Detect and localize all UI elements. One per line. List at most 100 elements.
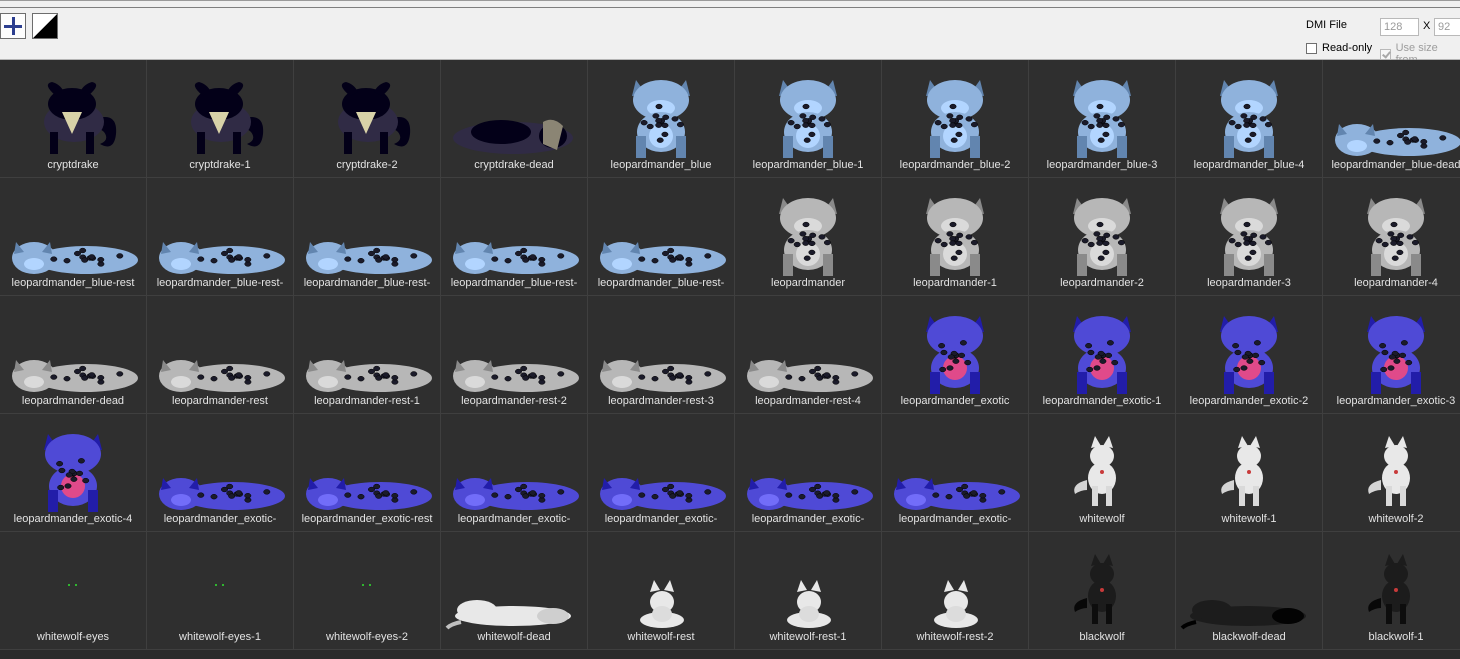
- icon-state-cell[interactable]: whitewolf-eyes: [0, 532, 147, 650]
- icon-state-cell[interactable]: leopardmander_exotic-: [735, 414, 882, 532]
- icon-state-cell[interactable]: leopardmander_blue-dead: [1323, 60, 1460, 178]
- icon-state-cell[interactable]: leopardmander_blue-rest: [0, 178, 147, 296]
- icon-state-cell[interactable]: leopardmander_blue-4: [1176, 60, 1323, 178]
- icon-state-cell[interactable]: leopardmander_exotic-rest: [294, 414, 441, 532]
- icon-state-preview: [306, 360, 432, 392]
- icon-state-preview: [12, 242, 138, 274]
- icon-state-preview: [191, 82, 264, 154]
- icon-state-cell[interactable]: cryptdrake: [0, 60, 147, 178]
- icon-state-cell[interactable]: leopardmander-rest-1: [294, 296, 441, 414]
- icon-state-cell[interactable]: whitewolf-eyes-1: [147, 532, 294, 650]
- icon-state-cell[interactable]: leopardmander-3: [1176, 178, 1323, 296]
- icon-state-name: leopardmander-2: [1060, 277, 1144, 289]
- icon-state-name: cryptdrake-2: [336, 159, 398, 171]
- icon-state-cell[interactable]: leopardmander-1: [882, 178, 1029, 296]
- icon-state-cell[interactable]: whitewolf: [1029, 414, 1176, 532]
- icon-state-preview: [445, 600, 571, 630]
- icon-state-name: leopardmander_exotic-2: [1189, 395, 1309, 407]
- icon-state-preview: [1221, 436, 1263, 506]
- icon-state-cell[interactable]: cryptdrake-dead: [441, 60, 588, 178]
- use-size-checkbox-box[interactable]: [1380, 48, 1391, 60]
- icon-state-name: blackwolf: [1079, 631, 1125, 643]
- icon-state-preview: [44, 82, 117, 154]
- icon-state-cell[interactable]: leopardmander-rest-4: [735, 296, 882, 414]
- icon-state-preview: [1335, 124, 1460, 156]
- icon-state-cell[interactable]: leopardmander-4: [1323, 178, 1460, 296]
- icon-state-preview: [934, 580, 978, 628]
- icon-state-cell[interactable]: whitewolf-eyes-2: [294, 532, 441, 650]
- icon-state-preview: [453, 360, 579, 392]
- icon-state-name: leopardmander-dead: [21, 395, 125, 407]
- invert-colors-button[interactable]: [32, 13, 58, 39]
- icon-state-cell[interactable]: blackwolf: [1029, 532, 1176, 650]
- icon-state-cell[interactable]: whitewolf-1: [1176, 414, 1323, 532]
- icon-state-name: cryptdrake-1: [189, 159, 251, 171]
- icon-state-cell[interactable]: leopardmander_exotic-: [588, 414, 735, 532]
- readonly-checkbox[interactable]: Read-only: [1306, 42, 1372, 54]
- icon-state-cell[interactable]: leopardmander-dead: [0, 296, 147, 414]
- icon-height-input[interactable]: [1434, 18, 1460, 36]
- icon-state-preview: [1073, 80, 1131, 158]
- icon-state-cell[interactable]: leopardmander_blue-rest-: [441, 178, 588, 296]
- readonly-label: Read-only: [1322, 42, 1373, 54]
- icon-state-preview: [747, 360, 873, 392]
- icon-state-cell[interactable]: whitewolf-rest: [588, 532, 735, 650]
- icon-state-cell[interactable]: leopardmander_exotic-: [147, 414, 294, 532]
- icon-state-cell[interactable]: leopardmander_exotic: [882, 296, 1029, 414]
- icon-state-name: leopardmander-rest: [172, 395, 268, 407]
- icon-state-cell[interactable]: leopardmander_blue-3: [1029, 60, 1176, 178]
- icon-state-name: leopardmander_blue-rest-: [597, 277, 725, 289]
- icon-state-cell[interactable]: whitewolf-rest-2: [882, 532, 1029, 650]
- icon-state-cell[interactable]: whitewolf-2: [1323, 414, 1460, 532]
- icon-state-cell[interactable]: leopardmander-rest: [147, 296, 294, 414]
- icon-state-cell[interactable]: leopardmander_exotic-: [882, 414, 1029, 532]
- icon-state-cell[interactable]: leopardmander_exotic-2: [1176, 296, 1323, 414]
- icon-state-preview: [159, 242, 285, 274]
- icon-state-name: whitewolf-1: [1221, 513, 1277, 525]
- icon-width-input[interactable]: [1380, 18, 1419, 36]
- icon-state-cell[interactable]: leopardmander_blue-2: [882, 60, 1029, 178]
- icon-state-cell[interactable]: leopardmander_blue-rest-: [294, 178, 441, 296]
- icon-state-cell[interactable]: leopardmander_exotic-4: [0, 414, 147, 532]
- icon-state-preview: [306, 478, 432, 510]
- icon-state-preview: [747, 478, 873, 510]
- icon-state-cell[interactable]: leopardmander: [735, 178, 882, 296]
- icon-state-preview: [44, 434, 102, 512]
- icon-state-preview: [1220, 316, 1278, 394]
- icon-state-name: whitewolf-eyes: [36, 631, 110, 643]
- icon-state-preview: [1180, 600, 1306, 630]
- icon-state-name: blackwolf-1: [1368, 631, 1424, 643]
- icon-state-name: leopardmander_exotic-: [898, 513, 1012, 525]
- icon-state-name: whitewolf-rest: [627, 631, 695, 643]
- size-separator: X: [1423, 20, 1431, 32]
- icon-state-cell[interactable]: leopardmander-rest-3: [588, 296, 735, 414]
- icon-state-cell[interactable]: leopardmander_blue-1: [735, 60, 882, 178]
- icon-state-cell[interactable]: leopardmander_exotic-1: [1029, 296, 1176, 414]
- icon-state-preview: [787, 580, 831, 628]
- icon-state-cell[interactable]: whitewolf-rest-1: [735, 532, 882, 650]
- icon-state-name: leopardmander_blue-rest-: [156, 277, 284, 289]
- icon-state-name: leopardmander_blue-3: [1046, 159, 1158, 171]
- icon-state-name: cryptdrake: [47, 159, 99, 171]
- icon-state-cell[interactable]: blackwolf-dead: [1176, 532, 1323, 650]
- icon-state-cell[interactable]: whitewolf-dead: [441, 532, 588, 650]
- icon-state-cell[interactable]: leopardmander_exotic-3: [1323, 296, 1460, 414]
- icon-state-preview: [1074, 436, 1116, 506]
- icon-state-cell[interactable]: leopardmander-2: [1029, 178, 1176, 296]
- icon-state-cell[interactable]: leopardmander_blue-rest-: [588, 178, 735, 296]
- add-icon-button[interactable]: [0, 13, 26, 39]
- icon-state-cell[interactable]: leopardmander_blue: [588, 60, 735, 178]
- icon-state-preview: [362, 584, 371, 586]
- icon-state-cell[interactable]: leopardmander_exotic-: [441, 414, 588, 532]
- icon-state-cell[interactable]: leopardmander-rest-2: [441, 296, 588, 414]
- icon-state-name: leopardmander_blue: [610, 159, 712, 171]
- icon-state-cell[interactable]: blackwolf-1: [1323, 532, 1460, 650]
- icon-state-cell[interactable]: leopardmander_blue-rest-: [147, 178, 294, 296]
- readonly-checkbox-box[interactable]: [1306, 42, 1317, 54]
- icon-state-cell[interactable]: cryptdrake-1: [147, 60, 294, 178]
- icon-state-preview: [894, 478, 1020, 510]
- icon-state-cell[interactable]: cryptdrake-2: [294, 60, 441, 178]
- icon-state-name: leopardmander_exotic-rest: [301, 513, 433, 525]
- half-contrast-icon: [33, 14, 57, 38]
- icon-state-preview: [68, 584, 77, 586]
